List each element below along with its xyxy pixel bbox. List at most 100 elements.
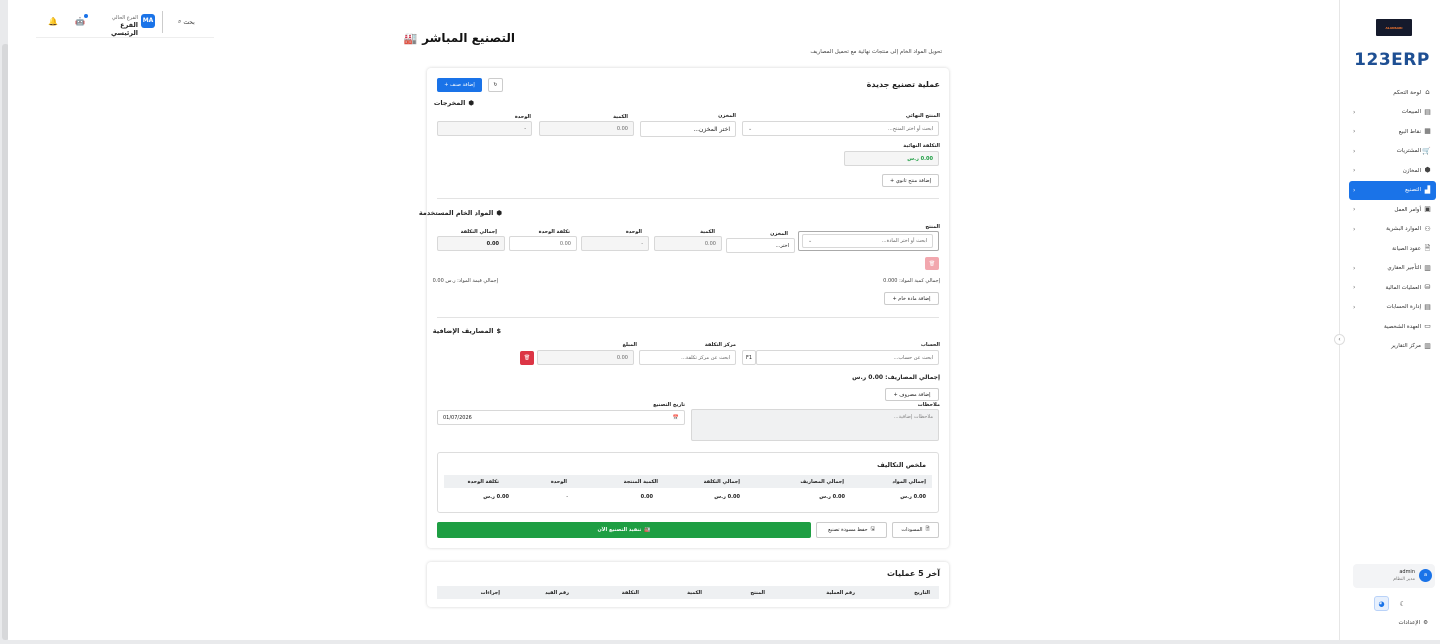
sidebar-item-warehouses[interactable]: ⬢ المخازن ‹ <box>1349 161 1436 181</box>
drafts-button[interactable]: 🗎 المسودات <box>892 522 939 538</box>
chevron-left-icon: ‹ <box>1353 147 1356 155</box>
last-ops-card <box>427 562 949 607</box>
divider <box>437 198 939 199</box>
output-qty-field[interactable]: 0.00 <box>539 121 634 136</box>
sidebar-item-label: مركز التقارير <box>1391 343 1421 350</box>
execute-button[interactable]: 🏭 تنفيذ التصنيع الآن <box>437 522 811 538</box>
raw-product-placeholder: ابحث أو اختر المادة... <box>881 238 927 244</box>
sidebar-item-manufacturing[interactable]: ▟ التصنيع ‹ <box>1349 180 1436 200</box>
sidebar-item-finance[interactable]: ⛁ العمليات المالية ‹ <box>1349 278 1436 298</box>
cart-icon: 🛒 <box>1422 146 1431 155</box>
sidebar-item-work-orders[interactable]: ▣ أوامر العمل ‹ <box>1349 200 1436 220</box>
moon-icon: ☾ <box>1399 599 1406 608</box>
cost-center-input[interactable]: ابحث عن مركز تكلفة... <box>639 350 736 365</box>
factory-icon: 🏭 <box>403 31 418 45</box>
refresh-icon: ↻ <box>493 82 498 88</box>
sidebar-item-accounts[interactable]: ▤ إدارة الحسابات ‹ <box>1349 298 1436 318</box>
cost-center-label: مركز التكلفة <box>704 342 736 348</box>
wallet-icon: ▭ <box>1424 322 1431 331</box>
search-label: بحث <box>183 18 195 26</box>
collapse-sidebar-button[interactable]: › <box>1334 334 1345 345</box>
sidebar-item-label: المخازن <box>1402 167 1421 174</box>
outputs-title: ⬢ المخرجات <box>434 99 474 107</box>
add-item-button[interactable]: إضافة صنف + <box>437 78 482 92</box>
chevron-down-icon: ⌄ <box>808 238 813 244</box>
document-icon: 🗎 <box>1424 244 1431 253</box>
raw-product-inner[interactable]: ابحث أو اختر المادة... ⌄ <box>802 234 933 248</box>
sidebar-item-label: المشتريات <box>1396 148 1421 155</box>
calendar-icon[interactable]: 📅 <box>673 415 679 421</box>
account-input[interactable]: ابحث عن حساب... <box>756 350 939 365</box>
sidebar-item-rental[interactable]: ▥ التأجير العقاري ‹ <box>1349 259 1436 279</box>
sidebar-item-pos[interactable]: ▦ نقاط البيع ‹ <box>1349 122 1436 142</box>
last-ops-header: رقم القيد <box>545 590 569 596</box>
notes-label: ملاحظات <box>917 402 940 408</box>
user-card[interactable]: a admin مدير النظام <box>1353 564 1435 588</box>
amount-field[interactable]: 0.00 <box>537 350 634 365</box>
dark-mode-button[interactable]: ☾ <box>1395 596 1410 611</box>
sidebar-item-label: إدارة الحسابات <box>1386 304 1421 311</box>
summary-header: إجمالي المصاريف <box>800 479 844 485</box>
delete-expense-button[interactable]: 🗑 <box>520 351 534 365</box>
raw-product-label: المنتج <box>925 224 940 230</box>
chevron-left-icon: ‹ <box>1353 108 1356 116</box>
summary-header: إجمالي المواد <box>892 479 926 485</box>
report-icon: ▥ <box>1424 341 1431 350</box>
final-product-placeholder: ابحث أو اختر المنتج... <box>887 125 933 132</box>
summary-header: تكلفة الوحدة <box>467 479 499 485</box>
date-label: تاريخ التصنيع <box>653 402 685 408</box>
invoice-icon: ▤ <box>1424 107 1431 116</box>
last-ops-title: آخر 5 عمليات <box>886 569 940 578</box>
add-expense-button[interactable]: إضافة مصروف + <box>885 388 939 401</box>
building-icon: ▥ <box>1424 263 1431 272</box>
branch-value[interactable]: الفرع الرئيسي <box>98 21 138 37</box>
search-button[interactable]: ⌕ بحث <box>178 18 195 26</box>
final-product-select[interactable]: ابحث أو اختر المنتج... ⌄ <box>742 121 939 136</box>
sidebar-item-hr[interactable]: ⚇ الموارد البشرية ‹ <box>1349 220 1436 240</box>
chevron-left-icon: ‹ <box>1353 264 1356 272</box>
sidebar-item-label: العمليات المالية <box>1385 284 1421 291</box>
raw-unit-field: - <box>581 236 649 251</box>
sidebar-item-sales[interactable]: ▤ المبيعات ‹ <box>1349 103 1436 123</box>
sidebar-item-purchases[interactable]: 🛒 المشتريات ‹ <box>1349 142 1436 162</box>
refresh-button[interactable]: ↻ <box>488 78 503 92</box>
account-f1-button[interactable]: F1 <box>742 350 756 365</box>
date-input[interactable]: 01/07/2026 📅 <box>437 410 685 425</box>
factory-icon: 🏭 <box>644 527 651 533</box>
unit-cost-field[interactable]: 0.00 <box>509 236 577 251</box>
sidebar-item-custody[interactable]: ▭ العهدة الشخصية <box>1349 317 1436 337</box>
delete-raw-button[interactable]: 🗑 <box>925 257 939 270</box>
raw-product-select[interactable]: ابحث أو اختر المادة... ⌄ <box>798 231 939 251</box>
palette-button[interactable]: ◕ <box>1374 596 1389 611</box>
trash-icon: 🗑 <box>523 355 531 361</box>
avatar[interactable]: MA <box>141 14 155 28</box>
account-label: الحساب <box>920 342 940 348</box>
warehouse-select[interactable]: اختر المخزن... <box>640 121 736 137</box>
add-byproduct-button[interactable]: إضافة منتج ثانوي + <box>882 174 939 187</box>
sidebar-item-label: لوحة التحكم <box>1393 89 1421 96</box>
summary-value: 0.00 ر.س <box>900 494 926 500</box>
bell-icon[interactable]: 🔔 <box>48 17 58 26</box>
sidebar-item-dashboard[interactable]: ⌂ لوحة التحكم <box>1349 83 1436 103</box>
notes-textarea[interactable]: ملاحظات إضافية... <box>691 409 939 441</box>
sidebar-item-reports[interactable]: ▥ مركز التقارير <box>1349 337 1436 357</box>
add-raw-button[interactable]: إضافة مادة خام + <box>884 292 939 305</box>
save-draft-button[interactable]: 🖫 حفظ مسودة تصنيع <box>816 522 887 538</box>
total-cost-label: إجمالي التكلفة <box>460 229 497 235</box>
user-avatar: a <box>1419 569 1432 582</box>
raw-warehouse-select[interactable]: اختر... <box>726 238 795 253</box>
settings-link[interactable]: ⚙ الإعدادات <box>1399 620 1428 626</box>
sidebar: ALANSARI 123ERP ⌂ لوحة التحكم ▤ المبيعات ‹ … <box>1334 0 1440 640</box>
summary-header: إجمالي التكلفة <box>703 479 740 485</box>
sidebar-item-label: التصنيع <box>1405 187 1421 194</box>
chevron-down-icon: ⌄ <box>748 125 753 132</box>
sidebar-item-label: نقاط البيع <box>1398 128 1421 135</box>
user-name: admin <box>1399 569 1415 575</box>
final-cost-label: التكلفة النهائية <box>903 143 940 149</box>
robot-icon[interactable]: 🤖 <box>75 17 85 26</box>
sidebar-item-maintenance[interactable]: 🗎 عقود الصيانة <box>1349 239 1436 259</box>
page-subtitle: تحويل المواد الخام إلى منتجات نهائية مع … <box>810 49 942 55</box>
last-ops-header: المنتج <box>750 590 765 596</box>
divider <box>437 317 939 318</box>
raw-qty-field[interactable]: 0.00 <box>654 236 722 251</box>
